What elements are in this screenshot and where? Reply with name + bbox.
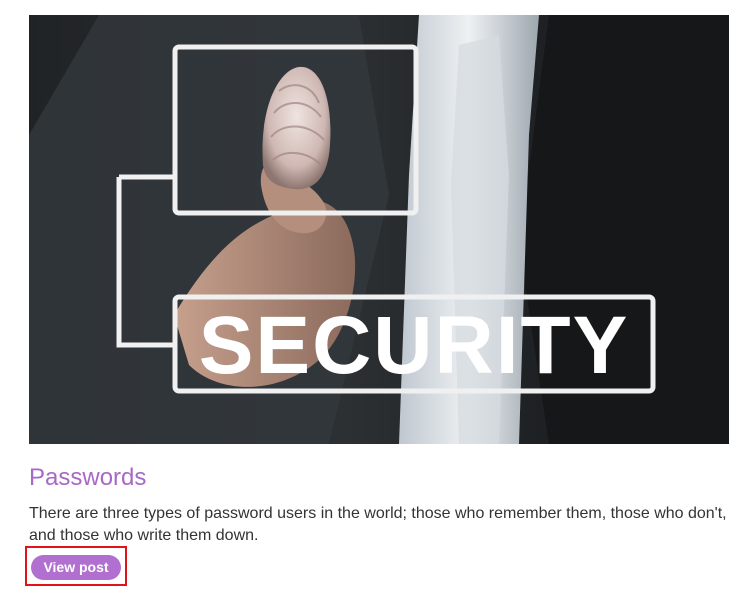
image-security-text: SECURITY <box>199 300 630 391</box>
view-post-button[interactable]: View post <box>31 555 121 580</box>
blog-post-card: SECURITY Passwords There are three types… <box>25 15 729 586</box>
view-post-highlight: View post <box>25 546 127 586</box>
post-image-link[interactable]: SECURITY <box>29 15 729 444</box>
post-summary: There are three types of password users … <box>29 505 727 544</box>
security-image: SECURITY <box>29 15 729 444</box>
post-title: Passwords <box>29 464 147 491</box>
